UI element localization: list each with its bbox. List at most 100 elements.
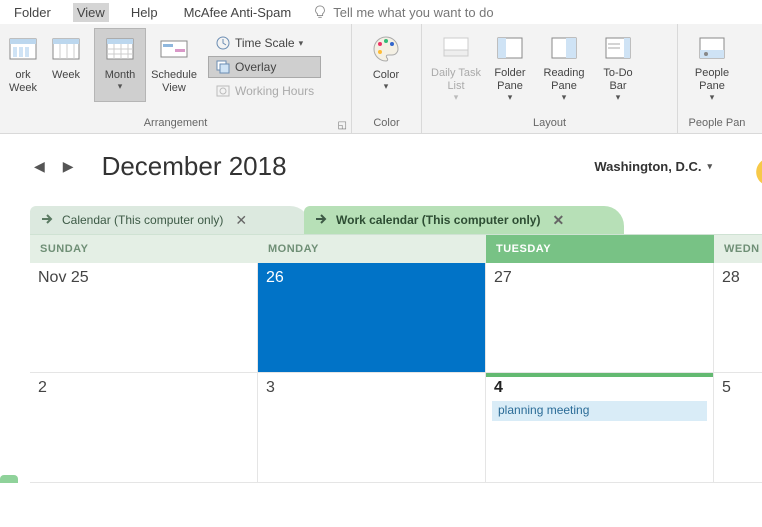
people-pane-label: People Pane — [695, 67, 729, 93]
work-week-button[interactable]: ork Week — [8, 28, 38, 102]
group-label-layout: Layout — [430, 115, 669, 131]
day-cell[interactable]: 27 — [486, 263, 714, 373]
ribbon: ork Week Week Month ▾ Schedule View — [0, 24, 762, 134]
color-button[interactable]: Color ▾ — [360, 28, 412, 102]
ribbon-group-color: Color ▾ Color — [352, 24, 422, 133]
folder-pane-icon — [494, 33, 526, 63]
day-cell-today[interactable]: 26 — [258, 263, 486, 373]
people-pane-button[interactable]: People Pane ▾ — [686, 28, 738, 102]
tell-me-text: Tell me what you want to do — [333, 5, 493, 20]
day-number: 3 — [266, 379, 275, 396]
daily-task-list-label: Daily Task List — [431, 67, 481, 93]
menubar: Folder View Help McAfee Anti-Spam Tell m… — [0, 0, 762, 24]
close-icon[interactable]: ✕ — [231, 212, 251, 229]
month-title: December 2018 — [102, 151, 287, 182]
working-hours-label: Working Hours — [235, 84, 314, 98]
menu-folder[interactable]: Folder — [10, 3, 55, 22]
schedule-view-button[interactable]: Schedule View — [148, 28, 200, 102]
reading-pane-icon — [548, 33, 580, 63]
calendar-ww-icon — [7, 33, 39, 65]
moon-icon — [750, 156, 762, 188]
work-week-label: ork Week — [9, 69, 37, 95]
nav-row: ◀ ▶ December 2018 Washington, D.C. ▾ — [30, 146, 762, 186]
day-header-tue: TUESDAY — [486, 235, 714, 263]
task-list-icon — [440, 33, 472, 63]
week-label: Week — [52, 69, 80, 82]
dropdown-icon: ▾ — [707, 162, 712, 170]
todo-bar-icon — [602, 33, 634, 63]
calendar-tabs: Calendar (This computer only) ✕ Work cal… — [30, 204, 762, 234]
time-scale-label: Time Scale — [235, 36, 295, 50]
next-tab-peek — [0, 475, 18, 483]
dropdown-icon: ▾ — [562, 93, 567, 101]
next-month-button[interactable]: ▶ — [59, 158, 78, 175]
tab-work-calendar[interactable]: Work calendar (This computer only) ✕ — [304, 206, 624, 234]
working-hours-icon — [215, 83, 231, 99]
arrow-icon — [40, 212, 54, 229]
ribbon-group-people: People Pane ▾ People Pan — [678, 24, 756, 133]
dialog-launcher-icon[interactable]: ◱ — [338, 120, 347, 131]
daily-task-list-button: Daily Task List ▾ — [430, 28, 482, 102]
day-number: 26 — [266, 269, 284, 286]
day-number: 27 — [494, 269, 512, 286]
day-cell[interactable]: 4 planning meeting — [486, 373, 714, 483]
day-cell[interactable]: 2 — [30, 373, 258, 483]
day-cell[interactable]: 28 — [714, 263, 762, 373]
clock-icon — [215, 35, 231, 51]
month-button[interactable]: Month ▾ — [94, 28, 146, 102]
tab-calendar[interactable]: Calendar (This computer only) ✕ — [30, 206, 310, 234]
menu-help[interactable]: Help — [127, 3, 162, 22]
dropdown-icon: ▾ — [710, 93, 715, 101]
calendar-area: ◀ ▶ December 2018 Washington, D.C. ▾ Cal… — [0, 134, 762, 483]
accent-bar — [486, 373, 713, 377]
calendar-event[interactable]: planning meeting — [492, 401, 707, 421]
close-icon[interactable]: ✕ — [548, 212, 568, 229]
ribbon-group-arrangement: ork Week Week Month ▾ Schedule View — [0, 24, 352, 133]
dropdown-icon: ▾ — [616, 93, 621, 101]
day-header-mon: MONDAY — [258, 235, 486, 263]
day-cell[interactable]: 5 — [714, 373, 762, 483]
day-number: 4 — [494, 379, 503, 396]
folder-pane-button[interactable]: Folder Pane ▾ — [484, 28, 536, 102]
schedule-icon — [158, 33, 190, 65]
dropdown-icon: ▾ — [508, 93, 513, 101]
week-row: Nov 25 26 27 28 — [30, 263, 762, 373]
reading-pane-label: Reading Pane — [544, 67, 585, 93]
menu-mcafee[interactable]: McAfee Anti-Spam — [180, 3, 296, 22]
dropdown-icon: ▾ — [384, 82, 389, 90]
day-number: 2 — [38, 379, 47, 396]
day-headers: SUNDAY MONDAY TUESDAY WEDN — [30, 234, 762, 263]
tell-me[interactable]: Tell me what you want to do — [313, 5, 493, 20]
arrow-icon — [314, 212, 328, 229]
location-selector[interactable]: Washington, D.C. ▾ — [594, 159, 712, 174]
group-label-color: Color — [360, 115, 413, 131]
week-button[interactable]: Week — [40, 28, 92, 102]
menu-view[interactable]: View — [73, 3, 109, 22]
todo-bar-label: To-Do Bar — [603, 67, 632, 93]
dropdown-icon: ▾ — [118, 82, 123, 90]
palette-icon — [370, 33, 402, 65]
folder-pane-label: Folder Pane — [494, 67, 525, 93]
prev-month-button[interactable]: ◀ — [30, 158, 49, 175]
reading-pane-button[interactable]: Reading Pane ▾ — [538, 28, 590, 102]
time-scale-button[interactable]: Time Scale ▾ — [208, 32, 321, 54]
day-header-wed: WEDN — [714, 235, 762, 263]
day-number: Nov 25 — [38, 269, 89, 286]
overlay-label: Overlay — [235, 60, 276, 74]
overlay-button[interactable]: Overlay — [208, 56, 321, 78]
day-number: 28 — [722, 269, 740, 286]
working-hours-button: Working Hours — [208, 80, 321, 102]
calendar-month-icon — [104, 33, 136, 65]
dropdown-icon: ▾ — [454, 93, 459, 101]
week-row: 2 3 4 planning meeting 5 — [30, 373, 762, 483]
dropdown-icon: ▾ — [299, 39, 304, 47]
people-pane-icon — [696, 33, 728, 63]
day-cell[interactable]: Nov 25 — [30, 263, 258, 373]
day-header-sun: SUNDAY — [30, 235, 258, 263]
tab-calendar-label: Calendar (This computer only) — [62, 213, 223, 227]
day-cell[interactable]: 3 — [258, 373, 486, 483]
lightbulb-icon — [313, 5, 327, 19]
overlay-icon — [215, 59, 231, 75]
todo-bar-button[interactable]: To-Do Bar ▾ — [592, 28, 644, 102]
group-label-arrangement: Arrangement — [8, 115, 343, 131]
